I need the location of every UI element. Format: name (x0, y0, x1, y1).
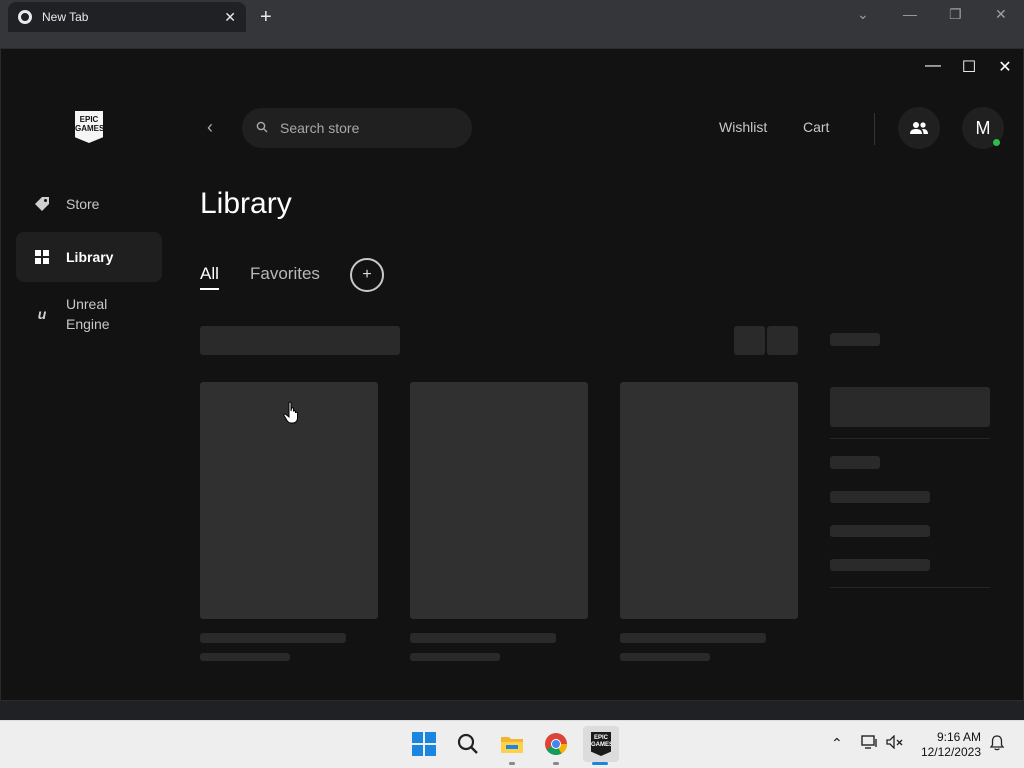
chrome-titlebar: New Tab ✕ + ⌄ — ❐ ✕ (0, 0, 1024, 50)
skeleton-filter-option (830, 525, 930, 537)
hand-cursor-icon (283, 401, 298, 424)
clock-date: 12/12/2023 (920, 745, 981, 759)
skeleton-list-view-button (767, 326, 798, 355)
clock-time: 9:16 AM (936, 730, 981, 744)
add-collection-button[interactable]: + (350, 258, 384, 292)
system-clock[interactable]: 9:16 AM 12/12/2023 (915, 730, 981, 760)
chrome-icon (18, 10, 32, 24)
sidebar-item-label: Store (66, 196, 100, 212)
new-tab-button[interactable]: + (260, 6, 272, 29)
search-bar[interactable] (242, 108, 472, 148)
sidebar: Store Library u Unreal Engine (16, 179, 162, 346)
search-icon (457, 733, 478, 754)
active-indicator (592, 762, 608, 765)
header-divider (874, 113, 875, 145)
epic-games-taskbar-button[interactable]: EPIC GAMES (583, 726, 619, 762)
running-indicator (553, 762, 559, 765)
chrome-icon (545, 733, 567, 755)
close-tab-icon[interactable]: ✕ (224, 9, 236, 26)
start-button[interactable] (411, 731, 437, 757)
maximize-button[interactable]: ☐ (959, 57, 979, 77)
sidebar-item-unreal-engine[interactable]: u Unreal Engine (16, 285, 162, 343)
skeleton-title-line (410, 633, 556, 643)
online-status-dot (993, 139, 1000, 146)
sidebar-item-library[interactable]: Library (16, 232, 162, 282)
chrome-taskbar-button[interactable] (543, 731, 569, 757)
wishlist-link[interactable]: Wishlist (719, 119, 767, 135)
cart-link[interactable]: Cart (803, 119, 829, 135)
epic-launcher-window: — ☐ ✕ EPIC GAMES Store Library u Unreal … (0, 48, 1024, 701)
epic-games-logo[interactable]: EPIC GAMES (75, 111, 103, 143)
sidebar-item-label: Library (66, 249, 114, 265)
minimize-icon[interactable]: — (903, 6, 917, 22)
running-indicator (509, 762, 515, 765)
back-arrow-icon[interactable]: ‹ (207, 117, 213, 138)
skeleton-subtitle-line (410, 653, 500, 661)
skeleton-grid-view-button (734, 326, 765, 355)
game-card-skeleton (620, 382, 798, 619)
skeleton-filter-option (830, 559, 930, 571)
skeleton-subtitle-line (620, 653, 710, 661)
folder-icon (501, 737, 523, 753)
close-icon[interactable]: ✕ (995, 6, 1007, 23)
tab-favorites[interactable]: Favorites (250, 264, 320, 284)
close-button[interactable]: ✕ (995, 57, 1015, 77)
skeleton-filter-option (830, 491, 930, 503)
chevron-down-icon[interactable]: ⌄ (857, 6, 869, 23)
skeleton-filter-search (830, 387, 990, 427)
search-input[interactable] (280, 120, 450, 136)
skeleton-title-line (620, 633, 766, 643)
notification-icon[interactable] (989, 735, 1005, 754)
search-taskbar-button[interactable] (455, 731, 481, 757)
game-card-skeleton (410, 382, 588, 619)
friends-icon (910, 122, 928, 134)
friends-button[interactable] (898, 107, 940, 149)
skeleton-title-line (200, 633, 346, 643)
sidebar-item-store[interactable]: Store (16, 179, 162, 229)
skeleton-sort-control (200, 326, 400, 355)
file-explorer-button[interactable] (499, 731, 525, 757)
skeleton-subtitle-line (200, 653, 290, 661)
window-controls: — ☐ ✕ (923, 57, 1015, 77)
taskbar: EPIC GAMES ⌃ 9:16 AM 12/12/2023 (0, 720, 1024, 768)
page-title: Library (200, 187, 292, 220)
tab-all[interactable]: All (200, 264, 219, 290)
skeleton-filter-label (830, 456, 880, 469)
search-icon (256, 121, 268, 136)
minimize-button[interactable]: — (923, 57, 943, 77)
chevron-up-icon[interactable]: ⌃ (831, 735, 843, 752)
volume-muted-icon[interactable] (886, 734, 904, 752)
grid-icon (34, 249, 50, 265)
unreal-icon: u (37, 306, 47, 322)
epic-games-icon: EPIC GAMES (591, 732, 611, 756)
network-icon[interactable] (861, 735, 879, 752)
filter-divider (830, 587, 990, 588)
sidebar-item-label: Unreal Engine (66, 296, 110, 332)
tag-icon (34, 196, 50, 212)
restore-icon[interactable]: ❐ (949, 6, 962, 23)
filter-divider (830, 438, 990, 439)
skeleton-filter-header (830, 333, 880, 346)
chrome-tab-new-tab[interactable]: New Tab ✕ (8, 2, 246, 32)
chrome-tab-title: New Tab (42, 10, 89, 24)
windows-logo-icon (412, 732, 436, 756)
